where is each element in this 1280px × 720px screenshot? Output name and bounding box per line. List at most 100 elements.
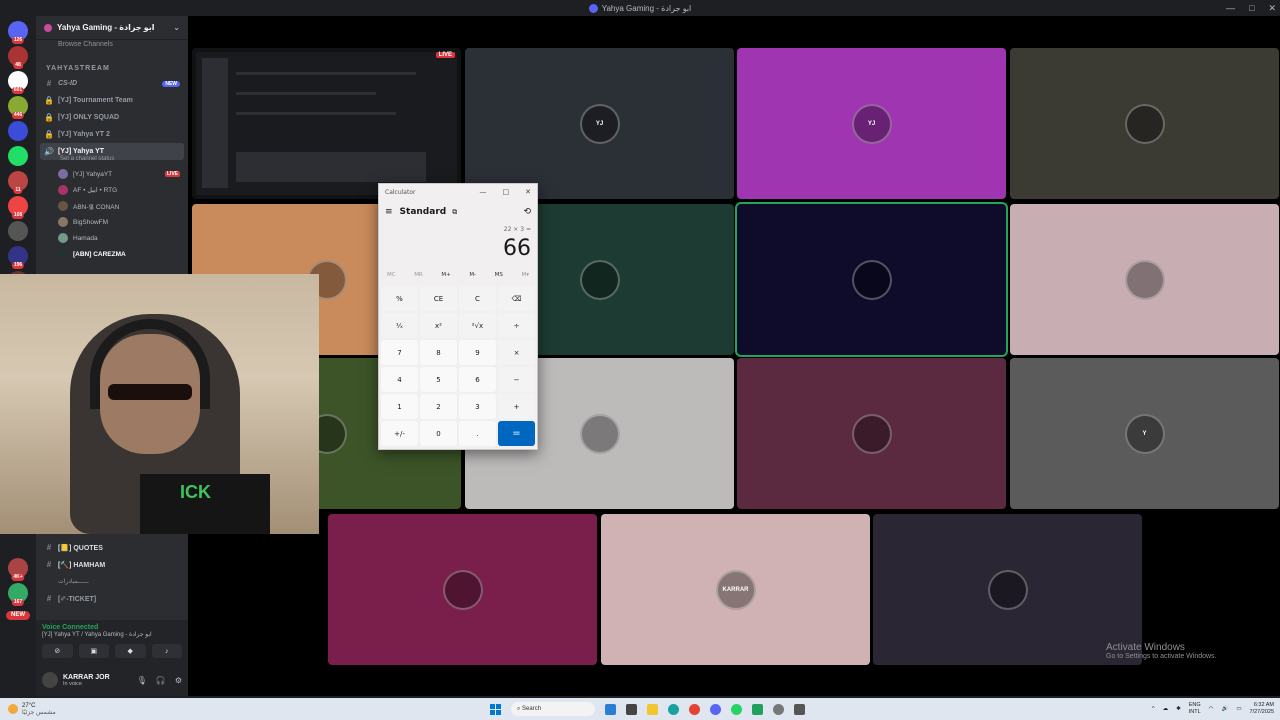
calc-key[interactable]: % — [381, 286, 418, 311]
calc-key[interactable]: 4 — [381, 367, 418, 392]
voice-user[interactable]: [ABN] CAREZMA — [36, 246, 188, 262]
calc-key[interactable]: ²√x — [459, 313, 496, 338]
calc-key[interactable]: ÷ — [498, 313, 535, 338]
participant-tile[interactable]: YJ — [737, 48, 1006, 199]
calc-key[interactable]: 9 — [459, 340, 496, 365]
channel-ticket[interactable]: # [✐-TICKET] — [36, 590, 188, 607]
whatsapp-icon[interactable] — [731, 703, 742, 715]
memory-recall-button[interactable]: MR — [414, 272, 423, 278]
server-icon[interactable]: 167 — [8, 583, 28, 606]
memory-clear-button[interactable]: MC — [387, 272, 396, 278]
file-explorer-icon[interactable] — [647, 703, 658, 715]
channel-cs-id[interactable]: # CS-ID NEW — [36, 75, 188, 92]
server-header[interactable]: Yahya Gaming - ابو جرادة ⌄ — [36, 16, 188, 40]
soundboard-icon[interactable]: ♪ — [151, 644, 182, 658]
channel-tournament-team[interactable]: 🔒 [YJ] Tournament Team — [36, 92, 188, 109]
calc-key[interactable]: CE — [420, 286, 457, 311]
calc-key[interactable]: − — [498, 367, 535, 392]
calc-key[interactable]: 0 — [420, 421, 457, 446]
voice-channel-path[interactable]: [YJ] Yahya YT / Yahya Gaming - ابو جرادة — [42, 631, 182, 638]
app-icon[interactable] — [752, 703, 763, 715]
camera-off-icon[interactable]: ⊘ — [42, 644, 73, 658]
participant-tile[interactable]: KARRAR — [601, 514, 870, 665]
screen-share-tile[interactable]: LIVE — [192, 48, 461, 199]
participant-tile[interactable] — [328, 514, 597, 665]
server-icon[interactable]: 4K+ — [8, 558, 28, 581]
calc-key[interactable]: . — [459, 421, 496, 446]
calc-key[interactable]: ⌫ — [498, 286, 535, 311]
channel-quotes[interactable]: # [📒] QUOTES — [36, 539, 188, 556]
hamburger-menu-icon[interactable]: ≡ — [385, 207, 393, 217]
server-icon[interactable]: 48 — [8, 46, 28, 69]
clock[interactable]: 6:32 AM 7/27/2025 — [1250, 702, 1274, 716]
memory-list-button[interactable]: M▾ — [521, 272, 529, 278]
maximize-button[interactable]: □ — [503, 188, 510, 196]
calc-key[interactable]: 2 — [420, 394, 457, 419]
discord-icon[interactable] — [710, 703, 721, 715]
headphones-icon[interactable]: 🎧 — [156, 676, 166, 685]
voice-user[interactable]: BigShowFM — [36, 214, 188, 230]
gear-icon[interactable]: ⚙ — [175, 676, 182, 685]
chevron-down-icon[interactable]: ⌄ — [173, 23, 180, 32]
category-initiatives[interactable]: ــــــمبادرات — [36, 573, 188, 590]
close-button[interactable]: ✕ — [525, 188, 531, 196]
activity-icon[interactable]: ◆ — [115, 644, 146, 658]
maximize-button[interactable]: □ — [1249, 3, 1254, 13]
calc-key[interactable]: C — [459, 286, 496, 311]
channel-only-squad[interactable]: 🔒 [YJ] ONLY SQUAD — [36, 109, 188, 126]
calc-key[interactable]: 5 — [420, 367, 457, 392]
screen-share-icon[interactable]: ▣ — [78, 644, 109, 658]
voice-user[interactable]: ABN-᯾ CONAN — [36, 198, 188, 214]
calculator-titlebar[interactable]: Calculator — □ ✕ — [379, 184, 537, 200]
calc-key[interactable]: 1 — [381, 394, 418, 419]
wifi-icon[interactable]: ◠ — [1209, 706, 1214, 712]
server-icon[interactable]: 196 — [8, 246, 28, 269]
calc-key[interactable]: +/- — [381, 421, 418, 446]
server-icon[interactable]: 108 — [8, 196, 28, 219]
calc-key[interactable]: ¹⁄ₓ — [381, 313, 418, 338]
history-icon[interactable]: ⟲ — [523, 207, 531, 217]
network-icon[interactable]: ☁ — [1163, 706, 1169, 712]
server-icon[interactable] — [8, 121, 28, 141]
server-icon[interactable] — [8, 146, 28, 166]
channel-hamham[interactable]: # [🔨] HAMHAM — [36, 556, 188, 573]
battery-icon[interactable]: ▭ — [1236, 706, 1241, 712]
weather-widget[interactable]: 27°C مشمس جزئيًا — [0, 703, 120, 716]
bluetooth-icon[interactable]: ✱ — [1176, 706, 1181, 712]
server-icon[interactable]: 126 — [8, 21, 28, 44]
channel-status[interactable]: Set a channel status — [36, 156, 188, 166]
calc-key[interactable]: = — [498, 421, 535, 446]
volume-icon[interactable]: 🔊 — [1221, 706, 1228, 712]
participant-tile[interactable] — [735, 202, 1008, 357]
edge-icon[interactable] — [668, 703, 679, 715]
minimize-button[interactable]: — — [480, 188, 487, 196]
calc-key[interactable]: + — [498, 394, 535, 419]
voice-user[interactable]: [YJ] YahyaYT LIVE — [36, 166, 188, 182]
chevron-up-icon[interactable]: ^ — [1152, 706, 1155, 712]
channel-yahya-yt-2[interactable]: 🔒 [YJ] Yahya YT 2 — [36, 126, 188, 143]
participant-tile[interactable] — [1010, 48, 1279, 199]
minimize-button[interactable]: — — [1226, 3, 1235, 13]
calc-key[interactable]: 7 — [381, 340, 418, 365]
widgets-icon[interactable] — [605, 703, 616, 715]
participant-tile[interactable]: Y — [1010, 358, 1279, 509]
participant-tile[interactable] — [737, 358, 1006, 509]
voice-user[interactable]: Hamada — [36, 230, 188, 246]
participant-tile[interactable] — [873, 514, 1142, 665]
taskbar-search[interactable]: ⌕ Search — [511, 702, 595, 716]
category-header[interactable]: YAHYASTREAM — [36, 49, 188, 75]
browse-channels[interactable]: Browse Channels — [36, 40, 188, 49]
memory-add-button[interactable]: M+ — [441, 272, 450, 278]
memory-store-button[interactable]: MS — [495, 272, 503, 278]
calc-key[interactable]: × — [498, 340, 535, 365]
calc-key[interactable]: 6 — [459, 367, 496, 392]
new-badge[interactable]: NEW — [6, 611, 30, 620]
server-icon[interactable]: 446 — [8, 96, 28, 119]
task-view-icon[interactable] — [626, 703, 637, 715]
close-button[interactable]: ✕ — [1268, 3, 1276, 14]
mic-icon[interactable]: 🎙 — [137, 676, 147, 685]
windows-start-icon[interactable] — [490, 703, 501, 715]
calc-key[interactable]: x² — [420, 313, 457, 338]
participant-tile[interactable]: YJ — [465, 48, 734, 199]
settings-icon[interactable] — [773, 703, 784, 715]
